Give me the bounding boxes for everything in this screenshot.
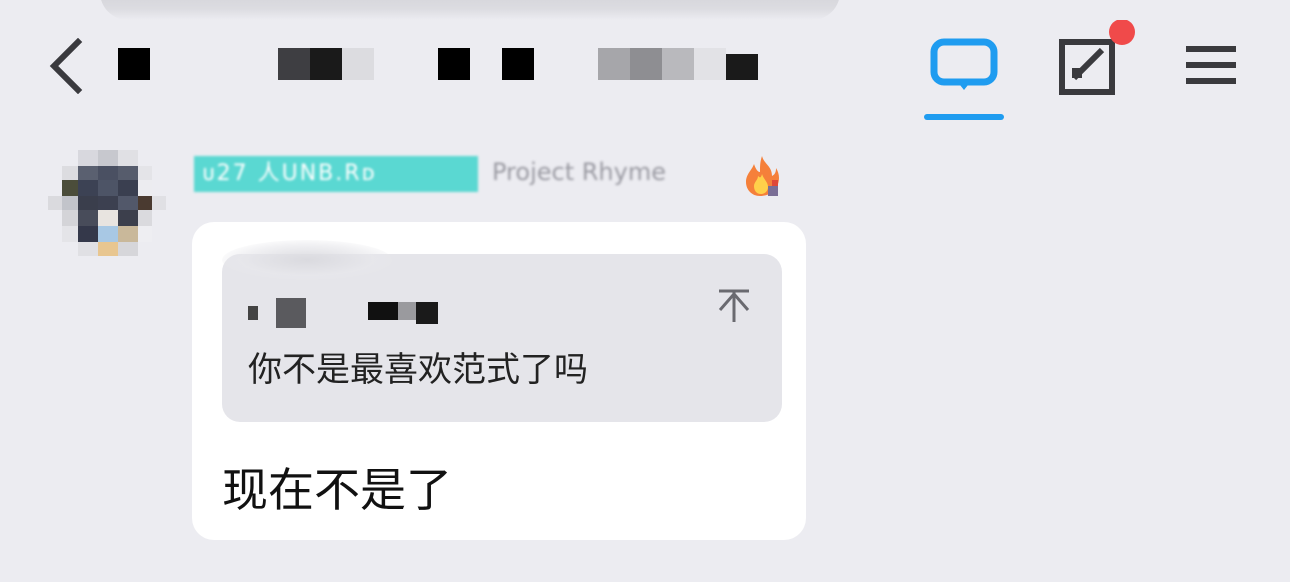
redaction-block xyxy=(310,48,342,80)
chat-header xyxy=(0,19,1290,120)
message-bubble[interactable]: 你不是最喜欢范式了吗 现在不是了 xyxy=(192,222,806,540)
blurred-overlay xyxy=(222,240,392,280)
sender-name-badge[interactable]: ᴜ27 人UNB.Rᴅ xyxy=(194,156,478,192)
redaction-block xyxy=(278,48,310,80)
redaction-block xyxy=(630,48,662,80)
active-tab-indicator xyxy=(924,114,1004,120)
scroll-to-top-icon xyxy=(718,289,750,322)
redaction-block xyxy=(342,48,374,80)
message-text: 现在不是了 xyxy=(222,463,452,517)
blurred-top-overlay xyxy=(100,0,840,20)
sender-info: ᴜ27 人UNB.Rᴅ Project Rhyme xyxy=(194,156,814,196)
quoted-text: 你不是最喜欢范式了吗 xyxy=(248,350,588,390)
chat-screen: ᴜ27 人UNB.Rᴅ Project Rhyme 你不是最喜欢范式了吗 现在不… xyxy=(0,0,1290,582)
chat-tab[interactable] xyxy=(920,34,1008,126)
sender-subtitle: Project Rhyme xyxy=(492,158,666,186)
redaction-block xyxy=(438,48,470,80)
avatar-image xyxy=(48,150,166,256)
quoted-author-redacted xyxy=(248,298,448,328)
fire-icon xyxy=(746,156,779,196)
hamburger-menu-icon xyxy=(1186,46,1236,84)
edit-button[interactable] xyxy=(1056,19,1146,100)
redaction-block xyxy=(694,48,726,80)
chat-bubble-icon xyxy=(930,38,998,90)
menu-button[interactable] xyxy=(1182,42,1240,90)
redaction-block xyxy=(118,48,150,80)
redaction-block xyxy=(502,48,534,80)
back-button[interactable] xyxy=(40,37,90,95)
redaction-block xyxy=(726,54,758,80)
redaction-block xyxy=(598,48,630,80)
chevron-left-icon xyxy=(49,37,83,95)
redaction-block xyxy=(662,48,694,80)
sender-avatar[interactable] xyxy=(48,150,168,270)
redaction-block xyxy=(248,298,438,328)
jump-to-quote-button[interactable] xyxy=(714,286,754,326)
edit-square-icon xyxy=(1059,19,1135,95)
